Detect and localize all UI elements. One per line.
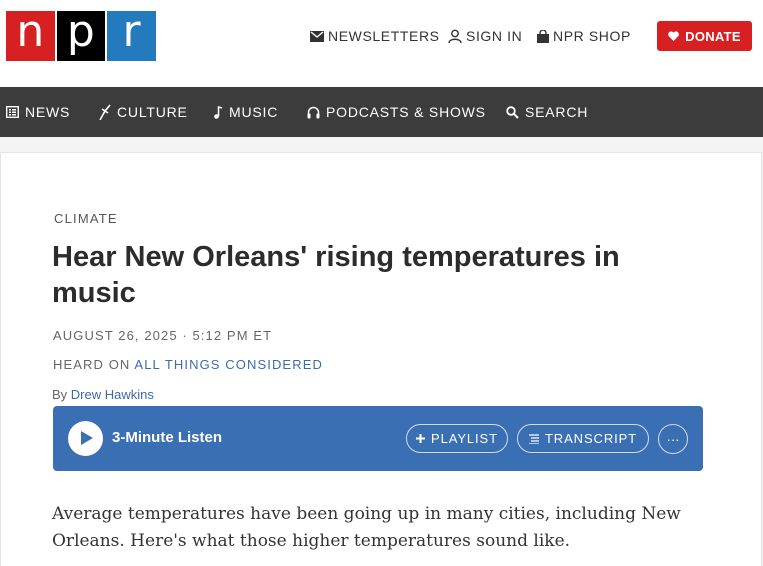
- logo-letter-p: p: [56, 10, 106, 61]
- user-icon: [448, 29, 462, 43]
- donate-button[interactable]: DONATE: [657, 21, 752, 51]
- npr-shop-label: NPR SHOP: [553, 28, 631, 44]
- transcript-icon: [528, 433, 539, 444]
- search-icon: [506, 105, 519, 119]
- transcript-button[interactable]: TRANSCRIPT: [517, 424, 649, 453]
- nav-item-culture[interactable]: CULTURE: [98, 87, 188, 137]
- headphones-icon: [307, 106, 320, 118]
- nav-item-podcasts[interactable]: PODCASTS & SHOWS: [307, 87, 486, 137]
- donate-label: DONATE: [685, 28, 741, 44]
- logo-letter-r: r: [107, 10, 156, 61]
- sign-in-link[interactable]: SIGN IN: [448, 26, 522, 46]
- more-options-button[interactable]: ···: [658, 424, 688, 454]
- nav-label-culture: CULTURE: [117, 104, 188, 120]
- more-options-icon: ···: [666, 431, 680, 447]
- nav-label-search: SEARCH: [525, 104, 589, 120]
- content-area: CLIMATE Hear New Orleans' rising tempera…: [0, 137, 763, 566]
- npr-shop-link[interactable]: NPR SHOP: [537, 26, 631, 46]
- heard-on: HEARD ON ALL THINGS CONSIDERED: [53, 357, 323, 372]
- site-header: n p r NEWSLETTERS SIGN IN NPR SHOP DONAT…: [0, 0, 763, 87]
- article-date: AUGUST 26, 2025 · 5:12 PM ET: [53, 328, 273, 343]
- show-link[interactable]: ALL THINGS CONSIDERED: [134, 357, 323, 372]
- logo-letter-n: n: [6, 10, 55, 61]
- heard-on-prefix: HEARD ON: [53, 357, 131, 372]
- playlist-button[interactable]: PLAYLIST: [406, 424, 508, 453]
- article-title: Hear New Orleans' rising temperatures in…: [52, 241, 620, 309]
- nav-label-podcasts: PODCASTS & SHOWS: [326, 104, 486, 120]
- byline-prefix: By: [52, 387, 68, 402]
- byline: By Drew Hawkins: [52, 387, 154, 402]
- article-card: CLIMATE Hear New Orleans' rising tempera…: [0, 152, 762, 566]
- sign-in-label: SIGN IN: [466, 28, 523, 44]
- mail-icon: [310, 30, 324, 42]
- section-slug[interactable]: CLIMATE: [54, 211, 118, 226]
- shopping-bag-icon: [537, 29, 549, 43]
- transcript-label: TRANSCRIPT: [544, 431, 638, 446]
- author-link[interactable]: Drew Hawkins: [71, 387, 154, 402]
- nav-item-music[interactable]: MUSIC: [213, 87, 278, 137]
- nav-item-news[interactable]: NEWS: [6, 87, 70, 137]
- npr-logo[interactable]: n p r: [6, 10, 156, 61]
- culture-icon: [99, 104, 111, 120]
- nav-item-search[interactable]: SEARCH: [506, 87, 588, 137]
- news-icon: [6, 106, 19, 118]
- nav-label-music: MUSIC: [229, 104, 279, 120]
- nav-label-news: NEWS: [25, 104, 71, 120]
- newsletters-link[interactable]: NEWSLETTERS: [310, 26, 440, 46]
- newsletters-label: NEWSLETTERS: [328, 28, 440, 44]
- music-note-icon: [214, 105, 223, 119]
- article-body: Average temperatures have been going up …: [52, 504, 681, 551]
- play-button[interactable]: [68, 421, 103, 456]
- main-nav: NEWS CULTURE MUSIC PODCASTS & SHOWS SEAR…: [0, 87, 763, 137]
- plus-icon: [416, 434, 426, 443]
- heart-icon: [668, 31, 679, 41]
- playlist-label: PLAYLIST: [431, 431, 498, 446]
- audio-player: 3-Minute Listen PLAYLIST TRANSCRIPT ···: [53, 406, 703, 471]
- listen-duration: 3-Minute Listen: [112, 429, 223, 446]
